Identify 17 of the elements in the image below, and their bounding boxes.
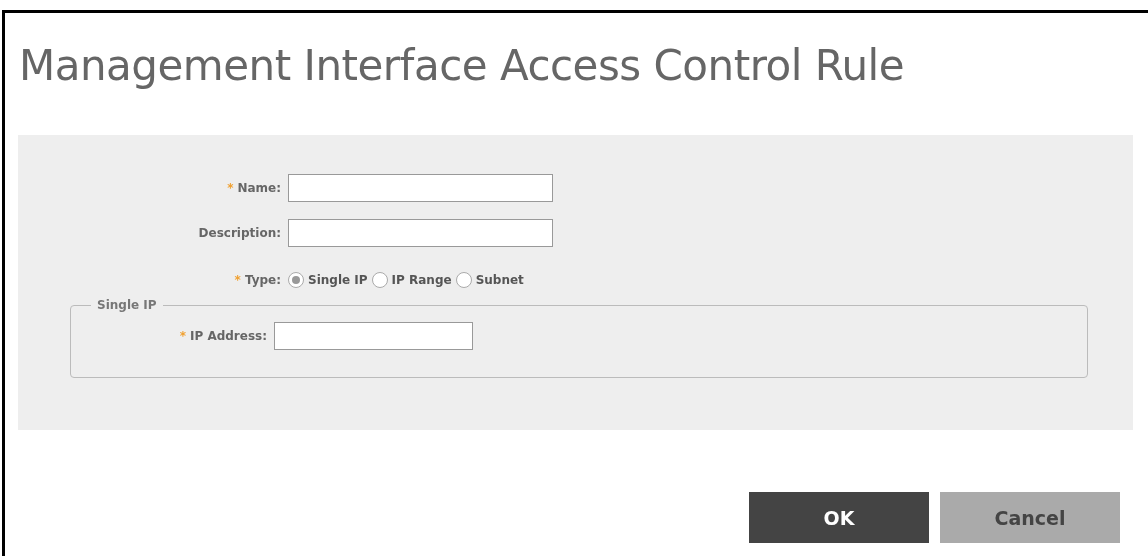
- field-label: IP Address:: [189, 329, 267, 343]
- text-field[interactable]: [274, 322, 473, 350]
- required-asterisk: *: [227, 181, 234, 195]
- field-label: Description:: [198, 226, 281, 240]
- group-legend: Single IP: [91, 298, 163, 312]
- dialog-title: Management Interface Access Control Rule: [18, 40, 906, 92]
- radio-option[interactable]: Subnet: [455, 272, 524, 288]
- field-label: Type:: [244, 273, 281, 287]
- radio-option[interactable]: IP Range: [371, 272, 452, 288]
- radio-option[interactable]: Single IP: [288, 272, 368, 288]
- required-asterisk: *: [234, 273, 241, 287]
- text-field[interactable]: [288, 219, 553, 247]
- cancel-button[interactable]: Cancel: [940, 492, 1120, 543]
- ok-button[interactable]: OK: [749, 492, 929, 543]
- text-field[interactable]: [288, 174, 553, 202]
- field-label: Name:: [237, 181, 281, 195]
- required-asterisk: *: [179, 329, 186, 343]
